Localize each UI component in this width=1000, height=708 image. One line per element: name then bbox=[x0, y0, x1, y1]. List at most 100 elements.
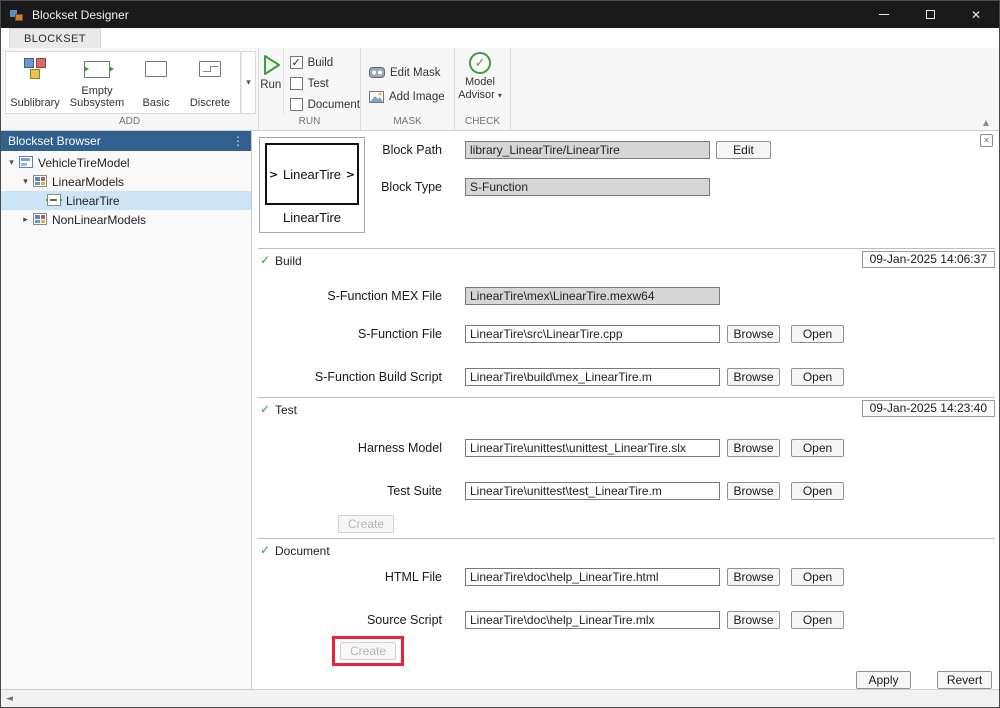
document-section-title: Document bbox=[275, 544, 330, 558]
edit-button[interactable]: Edit bbox=[716, 141, 771, 159]
test-create-button[interactable]: Create bbox=[338, 515, 394, 533]
tree-item-linearmodels[interactable]: ▾ LinearModels bbox=[1, 172, 251, 191]
maximize-button[interactable] bbox=[907, 1, 953, 28]
browser-menu-icon[interactable]: ⋮ bbox=[232, 134, 244, 148]
add-basic-button[interactable]: Basic bbox=[130, 52, 182, 113]
build-timestamp: 09-Jan-2025 14:06:37 bbox=[862, 251, 995, 268]
html-file-field[interactable] bbox=[465, 568, 720, 586]
browser-tree: ▾ VehicleTireModel ▾ LinearModels Linear… bbox=[1, 151, 251, 229]
sublibrary-icon bbox=[32, 175, 48, 188]
minimize-toolstrip-icon[interactable]: ▲ bbox=[983, 118, 989, 127]
block-inspector-panel: ✕ > LinearTire > LinearTire Block Path E… bbox=[252, 131, 999, 689]
empty-subsystem-label: Empty Subsystem bbox=[65, 85, 129, 110]
sfunction-file-browse-button[interactable]: Browse bbox=[727, 325, 780, 343]
source-script-open-button[interactable]: Open bbox=[791, 611, 844, 629]
model-advisor-button[interactable]: ✓ Model Advisor ▾ bbox=[455, 48, 505, 115]
document-checkbox-row[interactable]: Document bbox=[290, 94, 360, 115]
edit-mask-button[interactable]: Edit Mask bbox=[369, 62, 445, 83]
window-title: Blockset Designer bbox=[32, 8, 129, 22]
sublibrary-icon bbox=[32, 213, 48, 226]
build-script-browse-button[interactable]: Browse bbox=[727, 368, 780, 386]
harness-model-label: Harness Model bbox=[252, 441, 442, 455]
tree-item-nonlinearmodels[interactable]: ▸ NonLinearModels bbox=[1, 210, 251, 229]
collapse-panel-icon[interactable]: ◄ bbox=[6, 694, 13, 704]
close-icon: ✕ bbox=[971, 8, 981, 22]
minimize-button[interactable] bbox=[861, 1, 907, 28]
add-sublibrary-button[interactable]: Sublibrary bbox=[6, 52, 64, 113]
tree-item-lineartire[interactable]: LinearTire bbox=[1, 191, 251, 210]
harness-model-browse-button[interactable]: Browse bbox=[727, 439, 780, 457]
close-button[interactable]: ✕ bbox=[953, 1, 999, 28]
build-script-field[interactable] bbox=[465, 368, 720, 386]
collapse-arrow-icon[interactable]: ▾ bbox=[5, 158, 18, 168]
maximize-icon bbox=[926, 10, 935, 19]
tree-item-label: LinearTire bbox=[66, 194, 120, 208]
tree-item-label: VehicleTireModel bbox=[38, 156, 130, 170]
run-icon bbox=[260, 53, 282, 77]
mex-file-row: S-Function MEX File bbox=[252, 287, 999, 307]
expand-arrow-icon[interactable]: ▸ bbox=[19, 215, 32, 225]
revert-button[interactable]: Revert bbox=[937, 671, 992, 689]
apply-button[interactable]: Apply bbox=[856, 671, 911, 689]
source-script-row: Source Script Browse Open bbox=[252, 611, 999, 631]
test-suite-browse-button[interactable]: Browse bbox=[727, 482, 780, 500]
document-create-button[interactable]: Create bbox=[340, 642, 396, 660]
document-checkbox[interactable] bbox=[290, 98, 303, 111]
add-discrete-button[interactable]: Discrete bbox=[182, 52, 238, 113]
test-checkbox-label: Test bbox=[308, 78, 329, 90]
html-file-row: HTML File Browse Open bbox=[252, 568, 999, 588]
mask-section-label: MASK bbox=[361, 115, 454, 130]
statusbar: ◄ bbox=[1, 689, 999, 707]
sfunction-file-label: S-Function File bbox=[252, 327, 442, 341]
build-script-open-button[interactable]: Open bbox=[791, 368, 844, 386]
harness-model-row: Harness Model Browse Open bbox=[252, 439, 999, 459]
mask-icon bbox=[369, 67, 385, 78]
harness-model-field[interactable] bbox=[465, 439, 720, 457]
block-path-field bbox=[465, 141, 710, 159]
test-checkbox-row[interactable]: Test bbox=[290, 73, 360, 94]
test-suite-label: Test Suite bbox=[252, 484, 442, 498]
model-advisor-icon: ✓ bbox=[469, 52, 491, 74]
annotation-highlight: Create bbox=[332, 636, 404, 666]
harness-model-open-button[interactable]: Open bbox=[791, 439, 844, 457]
test-suite-row: Test Suite Browse Open bbox=[252, 482, 999, 502]
build-section-title: Build bbox=[275, 254, 302, 268]
block-path-row: Block Path Edit bbox=[252, 141, 999, 161]
mex-file-field bbox=[465, 287, 720, 305]
test-checkbox[interactable] bbox=[290, 77, 303, 90]
toolstrip: Sublibrary Empty Subsystem Basic Di bbox=[1, 48, 999, 131]
test-timestamp: 09-Jan-2025 14:23:40 bbox=[862, 400, 995, 417]
add-empty-subsystem-button[interactable]: Empty Subsystem bbox=[64, 52, 130, 113]
tab-blockset[interactable]: BLOCKSET bbox=[9, 28, 101, 48]
block-icon bbox=[46, 194, 62, 207]
add-image-button[interactable]: Add Image bbox=[369, 86, 445, 107]
collapse-arrow-icon[interactable]: ▾ bbox=[19, 177, 32, 187]
minimize-icon bbox=[879, 14, 889, 15]
sfunction-file-open-button[interactable]: Open bbox=[791, 325, 844, 343]
html-file-open-button[interactable]: Open bbox=[791, 568, 844, 586]
block-preview-caption: LinearTire bbox=[265, 210, 359, 225]
build-checkbox[interactable]: ✓ bbox=[290, 56, 303, 69]
html-file-label: HTML File bbox=[252, 570, 442, 584]
build-check-icon: ✓ bbox=[260, 253, 270, 267]
source-script-browse-button[interactable]: Browse bbox=[727, 611, 780, 629]
html-file-browse-button[interactable]: Browse bbox=[727, 568, 780, 586]
test-suite-open-button[interactable]: Open bbox=[791, 482, 844, 500]
sublibrary-label: Sublibrary bbox=[10, 97, 60, 110]
run-button[interactable]: Run bbox=[259, 48, 283, 115]
discrete-label: Discrete bbox=[190, 97, 230, 110]
block-type-row: Block Type bbox=[252, 178, 999, 198]
gallery-dropdown-button[interactable]: ▾ bbox=[241, 51, 256, 114]
source-script-field[interactable] bbox=[465, 611, 720, 629]
run-section-label: RUN bbox=[259, 115, 360, 130]
test-suite-field[interactable] bbox=[465, 482, 720, 500]
model-advisor-label: Model Advisor bbox=[458, 76, 495, 101]
block-type-field bbox=[465, 178, 710, 196]
build-checkbox-row[interactable]: ✓ Build bbox=[290, 52, 360, 73]
browser-header: Blockset Browser ⋮ bbox=[1, 131, 251, 151]
sfunction-file-row: S-Function File Browse Open bbox=[252, 325, 999, 345]
sfunction-file-field[interactable] bbox=[465, 325, 720, 343]
document-section-header: ✓ Document bbox=[258, 538, 995, 562]
section-check: ✓ Model Advisor ▾ CHECK bbox=[455, 48, 511, 130]
tree-item-vehicletiremodel[interactable]: ▾ VehicleTireModel bbox=[1, 153, 251, 172]
